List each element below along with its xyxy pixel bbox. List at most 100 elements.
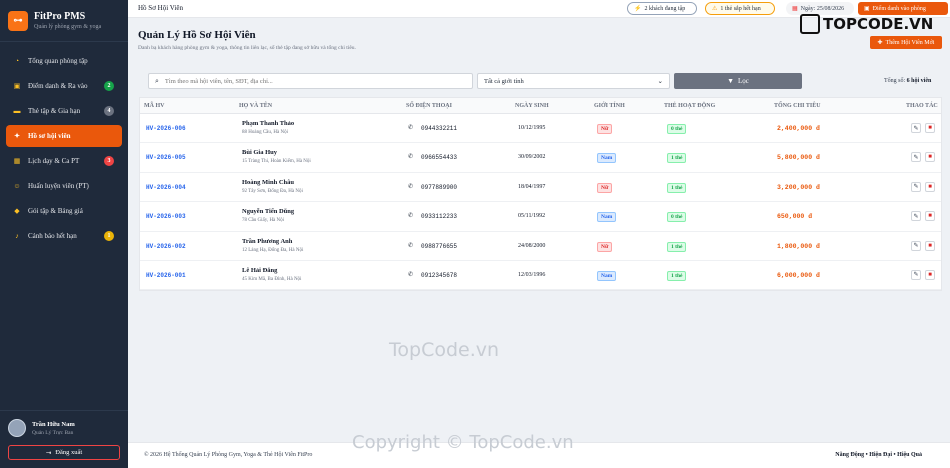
- edit-icon[interactable]: ✎: [911, 240, 921, 251]
- phone-icon: ✆: [408, 213, 414, 220]
- member-dob: 05/11/1992: [518, 213, 546, 220]
- edit-icon[interactable]: ✎: [911, 211, 921, 222]
- date-text: Ngày: 25/08/2026: [800, 5, 845, 12]
- chevron-down-icon: ⌄: [657, 78, 663, 85]
- table-body: HV-2026-006 Phạm Thanh Thảo 88 Hoàng Cầu, …: [140, 114, 941, 291]
- sidebar-menu: ◔ Tổng quan phòng tập ▣ Điểm danh & Ra vào 2…: [0, 42, 128, 247]
- sidebar-badge: 2: [104, 81, 114, 91]
- watermark-logo-b: CODE.VN: [856, 15, 934, 33]
- user-plus-icon: ✚: [877, 40, 883, 46]
- member-name: Phạm Thanh Thảo: [242, 120, 295, 127]
- add-member-button[interactable]: ✚ Thêm Hội Viên Mới: [870, 36, 942, 49]
- member-code[interactable]: HV-2026-005: [146, 154, 186, 161]
- calendar-icon: ▦: [13, 157, 21, 165]
- sidebar-item-1[interactable]: ▣ Điểm danh & Ra vào 2: [6, 75, 122, 97]
- sidebar-badge: 1: [104, 231, 114, 241]
- trash-icon[interactable]: ■: [925, 240, 935, 251]
- gender-select[interactable]: Tất cả giới tính ⌄: [477, 73, 670, 89]
- search-input[interactable]: [164, 77, 455, 85]
- sidebar-item-label: Điểm danh & Ra vào: [28, 82, 88, 90]
- member-address: 45 Kim Mã, Ba Đình, Hà Nội: [242, 276, 302, 282]
- trash-icon[interactable]: ■: [925, 152, 935, 163]
- watermark-center: TopCode.vn: [389, 339, 500, 361]
- cards-badge: 0 thẻ: [667, 124, 687, 134]
- member-spend: 6,000,000 đ: [777, 271, 820, 279]
- table-row: HV-2026-001 Lê Hải Đăng 45 Kim Mã, Ba Đình…: [140, 261, 941, 291]
- gender-badge: Nam: [597, 212, 617, 223]
- sidebar-item-3[interactable]: ✦ Hồ sơ hội viên: [6, 125, 122, 147]
- sidebar-user: Trần Hữu Nam Quản Lý Trực Ban ⇥ Đăng xuấ…: [0, 410, 128, 460]
- member-phone: 0912345678: [421, 271, 458, 279]
- cards-badge: 0 thẻ: [667, 212, 687, 223]
- trash-icon[interactable]: ■: [925, 123, 935, 133]
- user-name: Trần Hữu Nam: [32, 420, 75, 428]
- filter-button[interactable]: ▼ Lọc: [674, 73, 802, 89]
- logout-icon: ⇥: [45, 449, 52, 457]
- total-value: 6 hội viên: [906, 78, 932, 84]
- sidebar-item-label: Cảnh báo hết hạn: [28, 232, 77, 240]
- member-code[interactable]: HV-2026-001: [146, 272, 186, 279]
- th-cards: THẺ HOẠT ĐỘNG: [664, 103, 716, 109]
- th-gender: GIỚI TÍNH: [594, 103, 625, 109]
- th-dob: NGÀY SINH: [515, 103, 549, 109]
- gauge-icon: ◔: [14, 57, 20, 65]
- trainer-icon: ☺: [13, 182, 21, 190]
- edit-icon[interactable]: ✎: [911, 123, 921, 133]
- member-address: 15 Tràng Thi, Hoàn Kiếm, Hà Nội: [242, 159, 311, 165]
- member-name: Trần Phương Anh: [242, 237, 293, 245]
- table-row: HV-2026-002 Trần Phương Anh 12 Láng Hạ, Đố…: [140, 232, 941, 261]
- trash-icon[interactable]: ■: [925, 181, 935, 192]
- bell-icon: ♪: [15, 232, 19, 240]
- member-code[interactable]: HV-2026-003: [146, 213, 186, 220]
- topbar-title: Hồ Sơ Hội Viên: [138, 4, 183, 12]
- gender-badge: Nam: [597, 270, 617, 281]
- edit-icon[interactable]: ✎: [911, 269, 921, 280]
- gender-badge: Nữ: [597, 182, 613, 193]
- qr-icon: ▣: [13, 82, 21, 90]
- member-phone: 0966554433: [421, 154, 458, 162]
- bolt-icon: ⚡: [634, 6, 642, 12]
- trash-icon[interactable]: ■: [925, 211, 935, 222]
- filter-label: Lọc: [738, 77, 749, 85]
- tag-icon: ◆: [14, 207, 20, 215]
- total-label: Tổng số:: [884, 78, 906, 84]
- member-spend: 2,400,000 đ: [777, 125, 820, 132]
- member-spend: 5,800,000 đ: [777, 154, 820, 162]
- logout-button[interactable]: ⇥ Đăng xuất: [8, 445, 120, 460]
- sidebar-item-7[interactable]: ♪ Cảnh báo hết hạn 1: [6, 225, 122, 247]
- brand-title: FitPro PMS: [34, 11, 86, 22]
- cards-badge: 1 thẻ: [667, 270, 687, 281]
- sidebar-item-4[interactable]: ▦ Lịch dạy & Ca PT 3: [6, 150, 122, 172]
- member-phone: 0933112233: [421, 213, 458, 221]
- cards-badge: 1 thẻ: [667, 182, 687, 193]
- member-code[interactable]: HV-2026-004: [146, 184, 186, 191]
- member-address: 88 Hoàng Cầu, Hà Nội: [242, 130, 288, 135]
- member-code[interactable]: HV-2026-006: [146, 125, 186, 132]
- sidebar-item-2[interactable]: ▬ Thẻ tập & Gia hạn 4: [6, 100, 122, 122]
- brand: ⊶ FitPro PMS Quản lý phòng gym & yoga: [0, 0, 128, 42]
- card-icon: ▬: [13, 107, 21, 115]
- expiring-cards-pill[interactable]: ⚠ 1 thẻ sắp hết hạn: [705, 2, 775, 15]
- footer-tagline: Năng Động • Hiện Đại • Hiệu Quả: [835, 452, 922, 458]
- member-phone: 0944332211: [421, 125, 458, 132]
- members-table: MÃ HV HỌ VÀ TÊN SỐ ĐIỆN THOẠI NGÀY SINH …: [139, 97, 942, 291]
- trash-icon[interactable]: ■: [925, 269, 935, 280]
- sidebar-item-0[interactable]: ◔ Tổng quan phòng tập: [6, 50, 122, 72]
- watermark-copyright: Copyright © TopCode.vn: [352, 432, 574, 453]
- filter-icon: ▼: [727, 77, 735, 85]
- member-dob: 24/08/2000: [518, 242, 546, 249]
- checkin-label: Điểm danh vào phòng: [872, 5, 926, 12]
- sidebar-item-5[interactable]: ☺ Huấn luyện viên (PT): [6, 175, 122, 197]
- edit-icon[interactable]: ✎: [911, 152, 921, 163]
- sidebar-item-6[interactable]: ◆ Gói tập & Bảng giá: [6, 200, 122, 222]
- active-guests-pill[interactable]: ⚡ 2 khách đang tập: [627, 2, 697, 15]
- search-box[interactable]: ⌕: [148, 73, 473, 89]
- checkin-icon: ▣: [864, 6, 870, 12]
- sidebar-item-label: Huấn luyện viên (PT): [28, 182, 89, 190]
- member-dob: 30/09/2002: [518, 154, 546, 161]
- member-spend: 3,200,000 đ: [777, 183, 820, 191]
- sidebar-item-label: Hồ sơ hội viên: [28, 132, 71, 140]
- member-code[interactable]: HV-2026-002: [146, 243, 186, 250]
- cards-badge: 1 thẻ: [667, 241, 687, 252]
- edit-icon[interactable]: ✎: [911, 181, 921, 192]
